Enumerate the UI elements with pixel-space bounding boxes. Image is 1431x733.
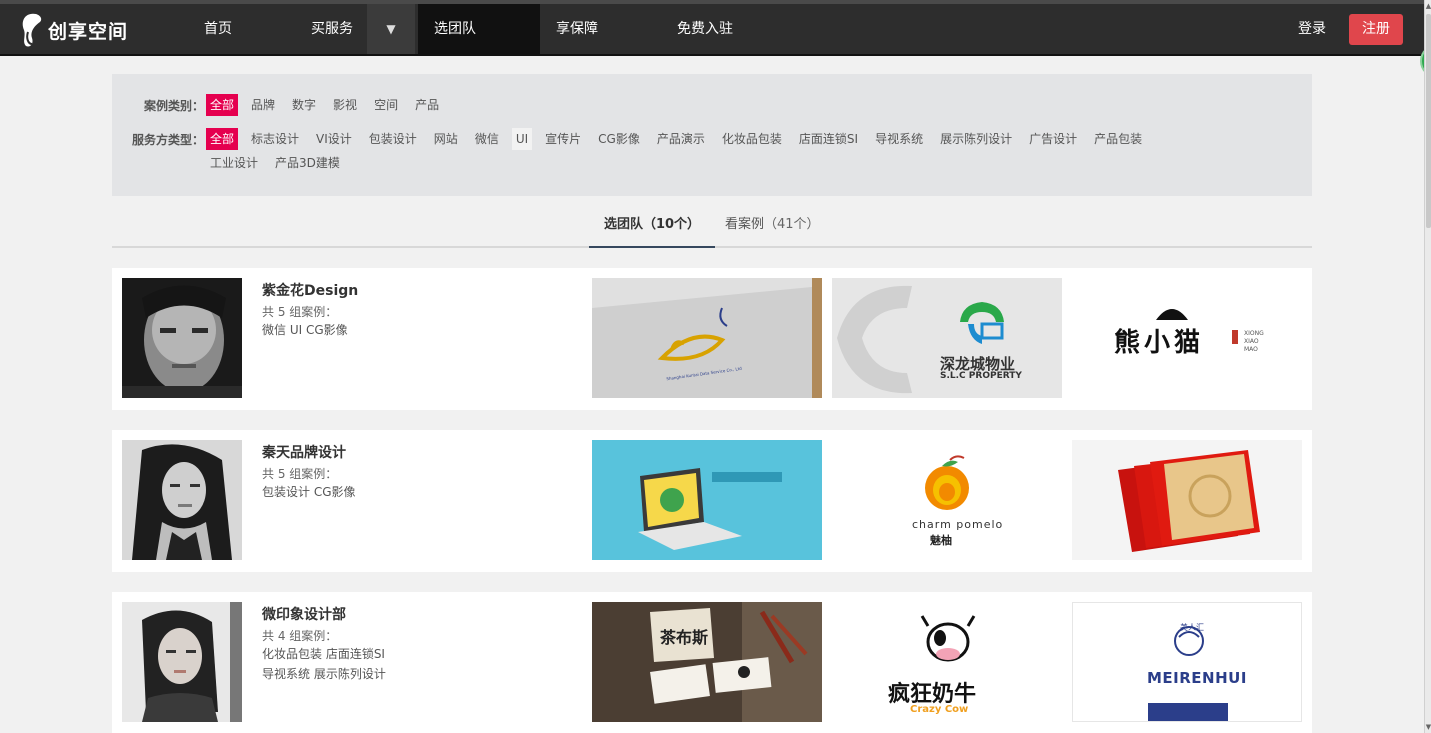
case-option[interactable]: 空间: [370, 94, 402, 116]
case-thumbnail[interactable]: charm pomelo 魅柚: [832, 440, 1062, 560]
case-category-row: 案例类别： 全部 品牌 数字 影视 空间 产品: [112, 94, 452, 116]
service-option[interactable]: 标志设计: [247, 128, 303, 150]
case-thumbnail[interactable]: 疯狂奶牛 Crazy Cow: [832, 602, 1062, 722]
brand-name: 创享空间: [48, 20, 129, 43]
team-card[interactable]: 微印象设计部 共 4 组案例： 化妆品包装 店面连锁SI 导视系统 展示陈列设计…: [112, 592, 1312, 733]
case-thumbnail[interactable]: [592, 440, 822, 560]
service-option[interactable]: 工业设计: [206, 152, 262, 174]
brand-logo[interactable]: 创享空间: [16, 10, 128, 50]
team-avatar[interactable]: [122, 278, 242, 398]
tab-view-cases[interactable]: 看案例（41个）: [725, 210, 820, 248]
filter-panel: 案例类别： 全部 品牌 数字 影视 空间 产品 服务方类型： 全部 标志设计 V…: [112, 74, 1312, 196]
nav-buy-services[interactable]: 买服务: [311, 4, 353, 54]
tab-count: （41个）: [764, 217, 820, 232]
service-option[interactable]: 产品演示: [653, 128, 709, 150]
thumb-title: MEIRENHUI: [1147, 669, 1247, 687]
top-navbar: 创享空间 ▼ 首页 买服务 选团队 享保障 免费入驻 登录 注册: [0, 0, 1424, 56]
thumb-title: charm pomelo: [912, 518, 1004, 531]
tab-choose-team[interactable]: 选团队（10个）: [589, 210, 715, 248]
team-card[interactable]: 秦天品牌设计 共 5 组案例： 包装设计 CG影像 charm pomelo 魅…: [112, 430, 1312, 572]
service-option[interactable]: 导视系统: [871, 128, 927, 150]
team-name[interactable]: 秦天品牌设计: [262, 442, 346, 462]
thumb-title: 茶布斯: [660, 628, 709, 647]
case-option-all[interactable]: 全部: [206, 94, 239, 116]
service-option-all[interactable]: 全部: [206, 128, 239, 150]
team-case-count: 共 5 组案例：: [262, 305, 338, 319]
service-option[interactable]: 微信: [471, 128, 503, 150]
service-type-label: 服务方类型：: [131, 132, 204, 147]
tab-label: 选团队: [603, 217, 643, 232]
service-option[interactable]: 广告设计: [1025, 128, 1081, 150]
team-name[interactable]: 紫金花Design: [262, 280, 358, 300]
team-services: 化妆品包装 店面连锁SI: [262, 647, 385, 661]
nav-free-join[interactable]: 免费入驻: [677, 4, 733, 54]
service-option[interactable]: 店面连锁SI: [795, 128, 862, 150]
service-type-row: 服务方类型： 全部 标志设计 VI设计 包装设计 网站 微信 UI 宣传片 CG…: [112, 128, 1155, 150]
team-avatar[interactable]: [122, 602, 242, 722]
thumb-subtitle: 美人汇: [1180, 623, 1204, 632]
case-category-label: 案例类别：: [143, 98, 204, 113]
service-option[interactable]: 化妆品包装: [718, 128, 786, 150]
register-button[interactable]: 注册: [1349, 14, 1403, 45]
service-option[interactable]: 产品3D建模: [271, 152, 344, 174]
service-option[interactable]: UI: [511, 128, 533, 150]
page-scrollbar[interactable]: ▲ ▼: [1424, 0, 1431, 733]
team-services: 包装设计 CG影像: [262, 485, 356, 499]
team-case-count: 共 5 组案例：: [262, 467, 338, 481]
thumb-subtitle: S.L.C PROPERTY: [940, 371, 1022, 381]
team-services: 导视系统 展示陈列设计: [262, 667, 386, 681]
case-thumbnail[interactable]: [1072, 440, 1302, 560]
tab-count: （10个）: [642, 217, 701, 232]
case-thumbnail[interactable]: 深龙城物业 S.L.C PROPERTY: [832, 278, 1062, 398]
case-thumbnail[interactable]: Shanghai Kuntai Data Service Co., Ltd: [592, 278, 822, 398]
service-type-row-2: 工业设计 产品3D建模: [206, 152, 353, 174]
team-card[interactable]: 紫金花Design 共 5 组案例： 微信 UI CG影像 Shanghai K…: [112, 268, 1312, 410]
logo-swan-icon: [22, 13, 42, 47]
nav-choose-team[interactable]: 选团队: [434, 4, 476, 54]
team-avatar[interactable]: [122, 440, 242, 560]
service-option[interactable]: VI设计: [312, 128, 356, 150]
result-tabs: 选团队（10个） 看案例（41个）: [112, 210, 1312, 248]
team-case-count: 共 4 组案例：: [262, 629, 338, 643]
thumb-subtitle: Crazy Cow: [910, 704, 969, 715]
thumb-subtitle: 魅柚: [930, 534, 952, 547]
thumb-subtitle: XIONG XIAO MAO: [1244, 330, 1264, 353]
login-link[interactable]: 登录: [1298, 4, 1326, 54]
thumb-title: 熊小猫: [1114, 328, 1205, 358]
case-thumbnail[interactable]: 茶布斯: [592, 602, 822, 722]
nav-home[interactable]: 首页: [204, 4, 232, 54]
case-thumbnail[interactable]: 熊小猫 XIONG XIAO MAO: [1072, 278, 1302, 398]
scroll-down-arrow-icon[interactable]: ▼: [1425, 721, 1431, 733]
scroll-thumb[interactable]: [1426, 14, 1431, 228]
nav-guarantee[interactable]: 享保障: [556, 4, 598, 54]
service-option[interactable]: 展示陈列设计: [936, 128, 1016, 150]
team-services: 微信 UI CG影像: [262, 323, 348, 337]
service-option[interactable]: 网站: [430, 128, 462, 150]
service-option[interactable]: 产品包装: [1090, 128, 1146, 150]
scroll-up-arrow-icon[interactable]: ▲: [1425, 0, 1431, 12]
service-option[interactable]: 宣传片: [541, 128, 585, 150]
case-option[interactable]: 影视: [329, 94, 361, 116]
service-option[interactable]: 包装设计: [365, 128, 421, 150]
case-thumbnail[interactable]: 美人汇 MEIRENHUI: [1072, 602, 1302, 722]
case-option[interactable]: 数字: [288, 94, 320, 116]
case-option[interactable]: 产品: [411, 94, 443, 116]
tab-label: 看案例: [725, 217, 765, 232]
case-option[interactable]: 品牌: [247, 94, 279, 116]
services-dropdown-toggle[interactable]: ▼: [367, 4, 415, 54]
service-option[interactable]: CG影像: [594, 128, 644, 150]
team-name[interactable]: 微印象设计部: [262, 604, 346, 624]
